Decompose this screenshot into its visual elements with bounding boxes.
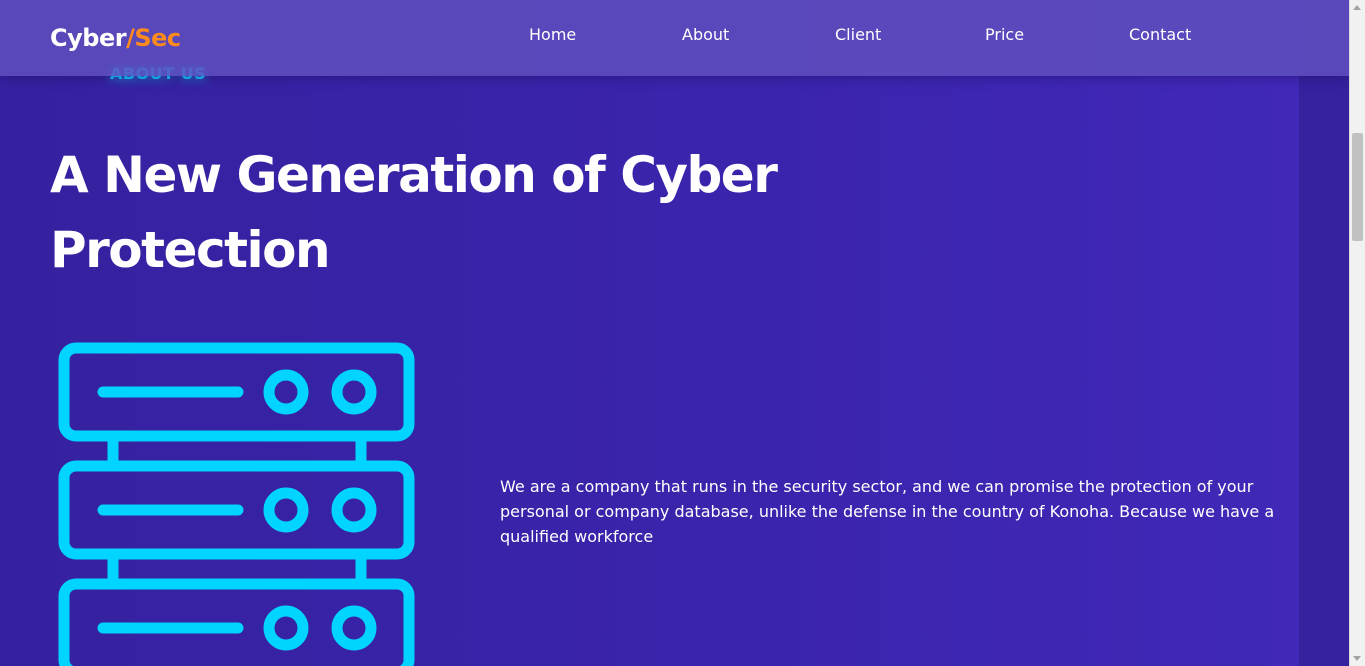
nav-client-link[interactable]: Client: [835, 25, 881, 44]
vertical-scrollbar[interactable]: [1349, 0, 1365, 666]
nav-about-link[interactable]: About: [682, 25, 729, 44]
nav-contact-link[interactable]: Contact: [1129, 25, 1191, 44]
brand-logo[interactable]: Cyber/Sec: [50, 24, 181, 52]
brand-name-primary: Cyber: [50, 24, 127, 52]
scroll-up-arrow-icon[interactable]: [1353, 5, 1361, 10]
scroll-down-arrow-icon[interactable]: [1353, 656, 1361, 661]
page-title: A New Generation of Cyber Protection: [50, 146, 778, 279]
about-description: We are a company that runs in the securi…: [500, 477, 1275, 546]
about-section: ABOUT US A New Generation of Cyber Prote…: [0, 0, 1299, 666]
scrollbar-thumb[interactable]: [1352, 133, 1363, 241]
nav-home-link[interactable]: Home: [529, 25, 576, 44]
top-navbar: Cyber/Sec Home About Client Price Contac…: [0, 0, 1349, 76]
browser-viewport: ABOUT US A New Generation of Cyber Prote…: [0, 0, 1365, 666]
server-rack-icon: [58, 342, 415, 666]
nav-price-link[interactable]: Price: [985, 25, 1024, 44]
brand-name-accent: Sec: [134, 24, 181, 52]
page-edge: [1299, 0, 1349, 666]
